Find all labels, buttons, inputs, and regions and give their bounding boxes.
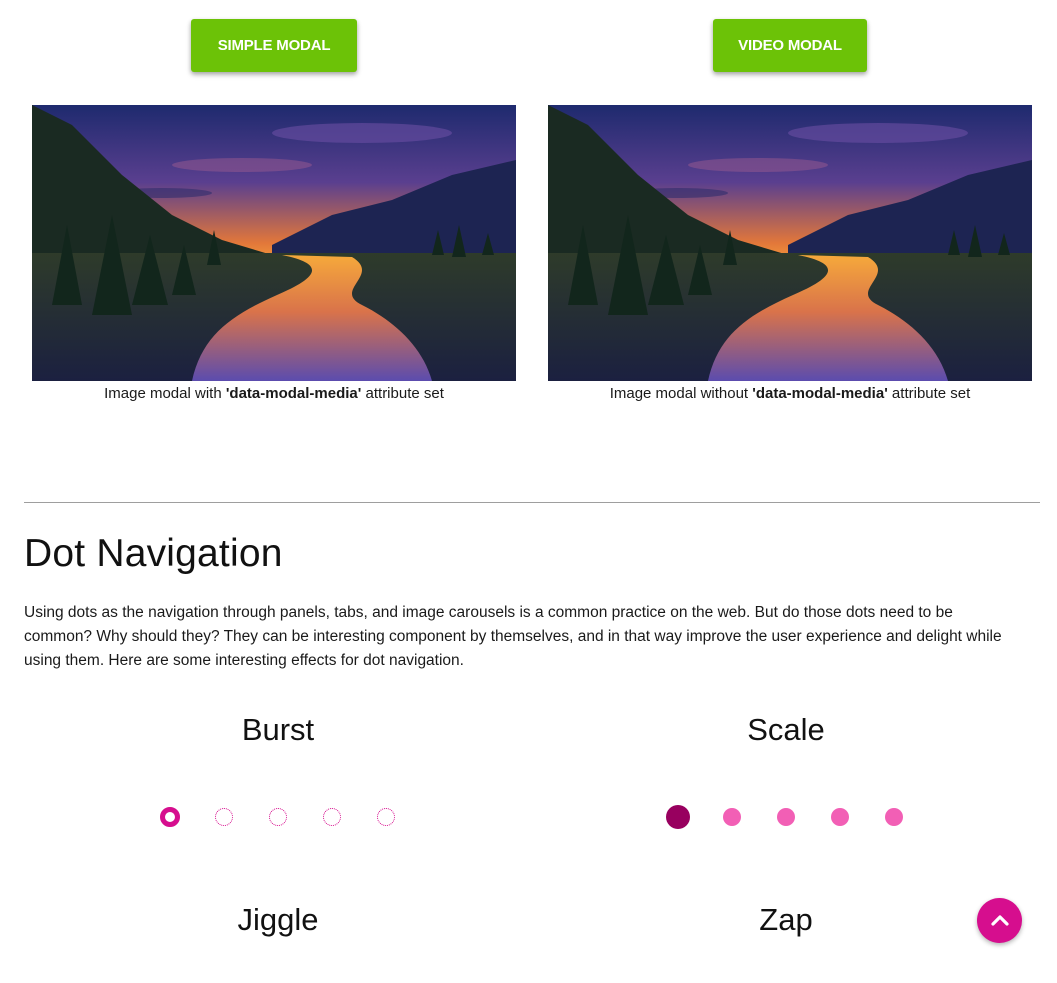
burst-dot-4[interactable] [318, 803, 346, 831]
section-divider [24, 502, 1040, 503]
demo-title-jiggle: Jiggle [237, 902, 319, 937]
dot-indicator [377, 808, 395, 826]
burst-dot-3[interactable] [264, 803, 292, 831]
burst-dot-1[interactable] [156, 803, 184, 831]
dot-indicator [831, 808, 849, 826]
demo-title-zap: Zap [759, 902, 813, 937]
caption-text-before: Image modal without [609, 385, 753, 402]
dot-indicator [885, 808, 903, 826]
dot-indicator-active [160, 807, 180, 827]
section-title: Dot Navigation [24, 532, 283, 575]
chevron-up-icon [990, 914, 1009, 926]
caption-attribute-name: 'data-modal-media' [752, 385, 888, 402]
demo-title-burst: Burst [241, 712, 315, 747]
landscape-image-without-attribute[interactable] [548, 105, 1032, 381]
back-to-top-button[interactable] [977, 898, 1022, 943]
landscape-image-with-attribute[interactable] [32, 105, 516, 381]
dot-indicator [777, 808, 795, 826]
scale-dot-5[interactable] [880, 803, 908, 831]
section-description: Using dots as the navigation through pan… [24, 604, 1002, 669]
scale-dot-4[interactable] [826, 803, 854, 831]
video-modal-button[interactable]: VIDEO MODAL [713, 19, 867, 72]
simple-modal-button[interactable]: SIMPLE MODAL [191, 19, 357, 72]
image-modal-figure-without-attribute: Image modal without 'data-modal-media' a… [548, 105, 1032, 402]
figure-caption-without-attribute: Image modal without 'data-modal-media' a… [548, 385, 1032, 402]
caption-text-after: attribute set [361, 385, 444, 402]
burst-dot-5[interactable] [372, 803, 400, 831]
figure-caption-with-attribute: Image modal with 'data-modal-media' attr… [32, 385, 516, 402]
caption-text-before: Image modal with [104, 385, 226, 402]
burst-dot-2[interactable] [210, 803, 238, 831]
scale-dot-3[interactable] [772, 803, 800, 831]
dot-indicator [215, 808, 233, 826]
caption-text-after: attribute set [887, 385, 971, 402]
dot-indicator [723, 808, 741, 826]
scale-dot-2[interactable] [718, 803, 746, 831]
dot-indicator-active [666, 805, 690, 829]
dot-indicator [269, 808, 287, 826]
demo-title-scale: Scale [747, 712, 825, 747]
scale-dot-1[interactable] [664, 803, 692, 831]
image-modal-figure-with-attribute: Image modal with 'data-modal-media' attr… [32, 105, 516, 402]
caption-attribute-name: 'data-modal-media' [225, 385, 362, 402]
dot-indicator [323, 808, 341, 826]
